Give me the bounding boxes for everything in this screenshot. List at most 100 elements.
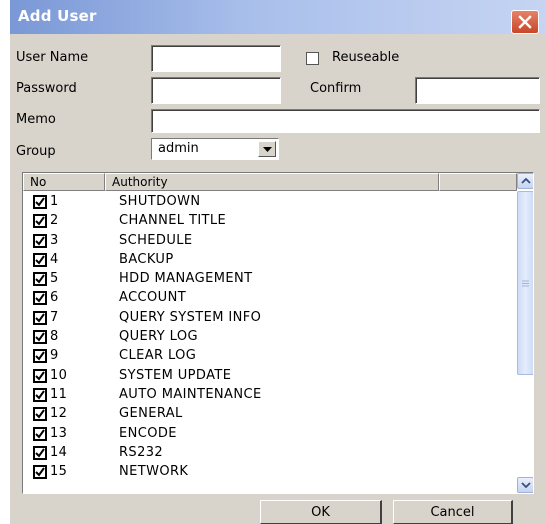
row-number: 9: [50, 348, 59, 364]
dialog-title: Add User: [18, 7, 97, 25]
table-row[interactable]: 7 QUERY SYSTEM INFO: [23, 309, 517, 328]
authority-name: CHANNEL TITLE: [119, 213, 227, 229]
table-row[interactable]: 10 SYSTEM UPDATE: [23, 367, 517, 386]
checkmark-icon: [35, 313, 45, 323]
authority-name: AUTO MAINTENANCE: [119, 386, 262, 402]
authority-checkbox[interactable]: [33, 387, 47, 402]
checkmark-icon: [35, 371, 45, 381]
table-row[interactable]: 8 QUERY LOG: [23, 328, 517, 347]
row-number: 4: [50, 251, 59, 267]
confirm-label: Confirm: [310, 81, 362, 96]
row-number: 8: [50, 329, 59, 345]
table-row[interactable]: 14 RS232: [23, 444, 517, 463]
grip-icon: [522, 280, 529, 286]
authority-checkbox[interactable]: [33, 426, 47, 441]
authority-checkbox[interactable]: [33, 368, 47, 383]
row-number: 3: [50, 232, 59, 248]
user-name-label: User Name: [16, 50, 89, 65]
checkmark-icon: [35, 428, 45, 439]
title-bar[interactable]: Add User: [10, 0, 545, 34]
scroll-down-button[interactable]: [517, 477, 533, 493]
authority-checkbox[interactable]: [33, 330, 47, 345]
authority-name: GENERAL: [119, 406, 183, 422]
checkmark-icon: [35, 448, 45, 458]
checkmark-icon: [35, 236, 45, 246]
ok-button[interactable]: OK: [260, 500, 382, 524]
authority-name: QUERY SYSTEM INFO: [119, 309, 262, 325]
authority-checkbox[interactable]: [33, 445, 47, 460]
memo-label: Memo: [16, 112, 56, 127]
group-dropdown-button[interactable]: [258, 141, 276, 157]
authority-name: SYSTEM UPDATE: [119, 367, 232, 383]
user-name-input[interactable]: [151, 45, 281, 72]
checkmark-icon: [35, 197, 45, 207]
checkmark-icon: [35, 390, 45, 400]
group-label: Group: [16, 144, 56, 159]
background-strip: [0, 0, 10, 524]
checkmark-icon: [35, 351, 45, 361]
row-number: 5: [50, 271, 59, 287]
scroll-up-button[interactable]: [517, 173, 533, 189]
authority-name: NETWORK: [119, 464, 189, 480]
confirm-input[interactable]: [415, 77, 540, 104]
column-header-authority[interactable]: Authority: [105, 173, 439, 191]
group-select[interactable]: admin: [151, 138, 279, 160]
chevron-up-icon: [520, 178, 531, 184]
authority-checkbox[interactable]: [33, 349, 47, 364]
row-number: 13: [50, 425, 68, 441]
table-row[interactable]: 11 AUTO MAINTENANCE: [23, 386, 517, 405]
list-header: No Authority: [23, 173, 517, 191]
table-row[interactable]: 4 BACKUP: [23, 251, 517, 270]
table-row[interactable]: 1 SHUTDOWN: [23, 193, 517, 212]
authority-checkbox[interactable]: [33, 310, 47, 325]
authority-name: ACCOUNT: [119, 290, 187, 306]
checkmark-icon: [35, 274, 45, 284]
checkmark-icon: [35, 467, 45, 477]
group-select-value: admin: [158, 141, 199, 156]
checkmark-icon: [35, 216, 45, 226]
column-header-blank[interactable]: [439, 173, 517, 191]
authority-checkbox[interactable]: [33, 465, 47, 480]
table-row[interactable]: 2 CHANNEL TITLE: [23, 212, 517, 231]
table-row[interactable]: 5 HDD MANAGEMENT: [23, 270, 517, 289]
scroll-thumb[interactable]: [517, 191, 533, 375]
memo-input[interactable]: [151, 109, 540, 133]
authority-checkbox[interactable]: [33, 407, 47, 422]
table-row[interactable]: 6 ACCOUNT: [23, 289, 517, 308]
vertical-scrollbar[interactable]: [517, 173, 533, 493]
authority-checkbox[interactable]: [33, 272, 47, 287]
reuseable-label: Reuseable: [332, 50, 400, 65]
checkmark-icon: [35, 409, 45, 419]
authority-name: SHUTDOWN: [119, 194, 201, 209]
authority-checkbox[interactable]: [33, 195, 47, 209]
table-row[interactable]: 3 SCHEDULE: [23, 232, 517, 251]
authority-checkbox[interactable]: [33, 291, 47, 306]
authority-rows: 1 SHUTDOWN 2 CHANNEL TITLE 3 SCHEDULE 4 …: [23, 193, 517, 482]
checkmark-icon: [35, 255, 45, 265]
close-button[interactable]: [511, 10, 539, 34]
column-header-no[interactable]: No: [23, 173, 105, 191]
authority-checkbox[interactable]: [33, 252, 47, 267]
authority-list[interactable]: No Authority 1 SHUTDOWN 2 CHANNEL TITLE …: [22, 172, 534, 494]
row-number: 14: [50, 444, 68, 460]
password-input[interactable]: [151, 77, 281, 104]
row-number: 11: [50, 386, 68, 402]
chevron-down-icon: [520, 482, 531, 488]
table-row[interactable]: 12 GENERAL: [23, 405, 517, 424]
table-row[interactable]: 9 CLEAR LOG: [23, 347, 517, 366]
table-row[interactable]: 15 NETWORK: [23, 463, 517, 482]
authority-name: QUERY LOG: [119, 329, 198, 345]
authority-checkbox[interactable]: [33, 233, 47, 248]
row-number: 7: [50, 309, 59, 325]
cancel-button[interactable]: Cancel: [393, 500, 513, 524]
table-row[interactable]: 13 ENCODE: [23, 425, 517, 444]
row-number: 15: [50, 464, 68, 480]
triangle-down-icon: [262, 146, 272, 152]
reuseable-checkbox[interactable]: [306, 52, 319, 65]
authority-name: RS232: [119, 444, 164, 460]
password-label: Password: [16, 81, 77, 96]
authority-name: BACKUP: [119, 251, 174, 267]
authority-checkbox[interactable]: [33, 214, 47, 229]
close-icon: [518, 15, 532, 29]
checkmark-icon: [35, 293, 45, 304]
